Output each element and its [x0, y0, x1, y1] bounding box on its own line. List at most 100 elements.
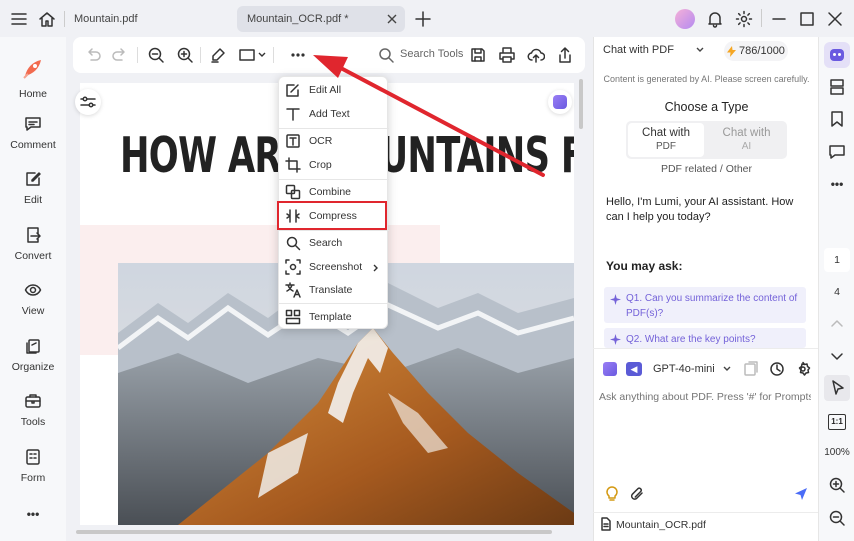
actual-size-button[interactable]: 1:1	[828, 414, 846, 430]
nav-label: Comment	[10, 139, 56, 151]
vertical-scrollbar[interactable]	[579, 79, 583, 129]
tab-divider	[64, 11, 65, 27]
type-caption: PDF related / Other	[660, 163, 753, 175]
nav-view[interactable]: View	[0, 274, 66, 324]
credits-count: 786/1000	[739, 45, 785, 57]
tab-label: Mountain_OCR.pdf *	[247, 13, 349, 25]
ai-logo-icon[interactable]	[603, 362, 617, 376]
select-tool-button[interactable]	[824, 375, 850, 401]
page-down-icon[interactable]	[828, 347, 846, 365]
zoom-in-icon[interactable]	[176, 46, 194, 64]
horizontal-scrollbar[interactable]	[76, 530, 552, 534]
question-text: Q1. Can you summarize the content of PDF…	[626, 293, 798, 319]
file-icon	[601, 517, 611, 531]
chevron-down-icon[interactable]	[258, 52, 266, 58]
gear-icon[interactable]	[735, 10, 753, 28]
settings-icon[interactable]	[795, 361, 811, 377]
nav-label: Edit	[23, 194, 43, 206]
page-up-icon[interactable]	[828, 315, 846, 333]
cursor-icon	[832, 380, 844, 395]
nav-organize[interactable]: Organize	[0, 330, 66, 380]
lightbulb-icon[interactable]	[605, 486, 619, 502]
translate-icon	[285, 282, 301, 298]
nav-more-button[interactable]: •••	[0, 507, 66, 521]
toolbar-divider	[137, 47, 138, 63]
home-tab-icon[interactable]	[38, 10, 56, 28]
type-option-pdf[interactable]: Chat with PDF	[628, 123, 704, 157]
ocr-icon	[286, 134, 300, 148]
nav-comment[interactable]: Comment	[0, 108, 66, 158]
chevron-down-icon	[723, 366, 731, 371]
rectangle-icon[interactable]	[238, 46, 256, 64]
close-tab-icon[interactable]	[387, 14, 397, 24]
chat-input[interactable]	[599, 387, 811, 407]
suggested-question-1[interactable]: Q1. Can you summarize the content of PDF…	[604, 287, 806, 323]
bell-icon[interactable]	[706, 10, 724, 28]
redo-icon[interactable]	[111, 46, 129, 64]
lightning-icon	[727, 45, 737, 57]
minimize-icon[interactable]	[770, 10, 788, 28]
chat-mode-dropdown[interactable]: Chat with PDF	[603, 44, 704, 56]
history-icon[interactable]	[769, 361, 785, 377]
adjust-button[interactable]	[75, 89, 101, 115]
annotation-arrow	[313, 55, 545, 177]
ai-notice: Content is generated by AI. Please scree…	[603, 74, 810, 84]
ai-greeting: Hello, I'm Lumi, your AI assistant. How …	[606, 196, 794, 223]
sparkle-icon	[610, 294, 621, 305]
model-selector[interactable]: GPT-4o-mini	[647, 358, 737, 380]
menu-item-translate[interactable]: Translate	[279, 279, 389, 301]
nav-tools[interactable]: Tools	[0, 385, 66, 435]
close-window-icon[interactable]	[826, 10, 844, 28]
chevron-right-icon	[373, 264, 378, 272]
comment-list-icon[interactable]	[828, 143, 846, 161]
bookmark-icon[interactable]	[828, 110, 846, 128]
nav-label: Convert	[14, 250, 52, 262]
more-panels-button[interactable]: •••	[819, 177, 854, 191]
toolbar-divider	[200, 47, 201, 63]
zoom-out-icon[interactable]	[828, 509, 846, 527]
send-icon[interactable]	[794, 487, 808, 501]
comment-icon	[25, 117, 41, 131]
nav-label: Organize	[11, 361, 55, 373]
thumbnails-icon[interactable]	[828, 78, 846, 96]
type-option-sub: AI	[741, 141, 752, 152]
hamburger-menu-icon[interactable]	[10, 10, 28, 28]
ai-assistant-button[interactable]	[824, 42, 850, 68]
zoom-level[interactable]: 100%	[819, 447, 854, 458]
avatar[interactable]	[675, 9, 695, 29]
title-bar: Mountain.pdf Mountain_OCR.pdf *	[0, 0, 854, 37]
highlighter-icon[interactable]	[209, 46, 227, 64]
nav-convert[interactable]: Convert	[0, 219, 66, 269]
suggested-question-2[interactable]: Q2. What are the key points?	[604, 328, 806, 348]
credits-badge[interactable]: 786/1000	[724, 41, 788, 61]
view-icon	[24, 284, 42, 296]
nav-label: Form	[20, 472, 46, 484]
page-current[interactable]: 1	[824, 248, 850, 272]
model-name: GPT-4o-mini	[653, 363, 715, 375]
nav-home[interactable]: Home	[0, 53, 66, 103]
paperclip-icon[interactable]	[629, 486, 645, 502]
nav-label: Tools	[20, 416, 46, 428]
type-selector: Chat with PDF Chat with AI	[626, 121, 787, 159]
nav-label: Home	[18, 88, 47, 100]
menu-divider	[279, 303, 389, 304]
undo-icon[interactable]	[84, 46, 102, 64]
right-icon-bar: ••• 1 4 1:1 100%	[818, 37, 854, 541]
menu-item-search[interactable]: Search	[279, 232, 389, 254]
maximize-icon[interactable]	[798, 10, 816, 28]
nav-form[interactable]: Form	[0, 441, 66, 491]
zoom-in-icon[interactable]	[828, 476, 846, 494]
robot-icon	[830, 49, 844, 61]
search-icon	[286, 236, 301, 251]
type-option-ai[interactable]: Chat with AI	[708, 123, 785, 157]
convert-icon	[27, 227, 41, 243]
tab-mountain[interactable]: Mountain.pdf	[74, 6, 138, 32]
menu-item-screenshot[interactable]: Screenshot	[279, 256, 389, 278]
home-logo-icon	[23, 60, 41, 79]
menu-item-template[interactable]: Template	[279, 306, 389, 328]
attach-doc-icon[interactable]	[743, 361, 759, 377]
tab-mountain-ocr[interactable]: Mountain_OCR.pdf *	[237, 6, 405, 32]
nav-edit[interactable]: Edit	[0, 163, 66, 213]
zoom-out-icon[interactable]	[147, 46, 165, 64]
new-tab-icon[interactable]	[414, 10, 432, 28]
